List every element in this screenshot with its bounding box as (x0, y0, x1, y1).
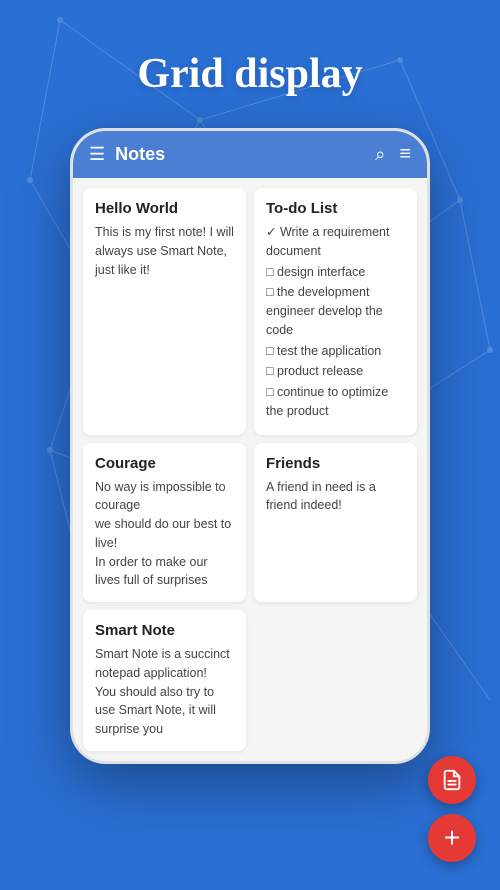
note-card-hello-world[interactable]: Hello World This is my first note! I wil… (83, 188, 246, 435)
check-item: □ design interface (266, 263, 405, 282)
check-item: ✓ Write a requirement document (266, 223, 405, 261)
header-right: ⌕ ≡ (375, 143, 411, 166)
note-title: To-do List (266, 200, 405, 217)
note-card-courage[interactable]: Courage No way is impossible to couragew… (83, 443, 246, 603)
header-left: ☰ Notes (89, 144, 165, 165)
hamburger-icon[interactable]: ☰ (89, 144, 105, 165)
filter-icon[interactable]: ≡ (399, 143, 411, 166)
note-card-friends[interactable]: Friends A friend in need is a friend ind… (254, 443, 417, 603)
note-body: Smart Note is a succinct notepad applica… (95, 645, 234, 739)
check-item: □ test the application (266, 342, 405, 361)
note-title: Courage (95, 455, 234, 472)
note-body: No way is impossible to couragewe should… (95, 478, 234, 591)
page-title: Grid display (0, 0, 500, 128)
check-item: □ the development engineer develop the c… (266, 283, 405, 339)
new-note-doc-button[interactable] (428, 756, 476, 804)
note-title: Friends (266, 455, 405, 472)
note-card-smart-note[interactable]: Smart Note Smart Note is a succinct note… (83, 610, 246, 751)
notes-grid: Hello World This is my first note! I wil… (73, 178, 427, 761)
note-body: This is my first note! I will always use… (95, 223, 234, 279)
check-item: □ continue to optimize the product (266, 383, 405, 421)
note-body: A friend in need is a friend indeed! (266, 478, 405, 516)
app-title: Notes (115, 144, 165, 165)
note-card-todo[interactable]: To-do List ✓ Write a requirement documen… (254, 188, 417, 435)
add-note-button[interactable]: + (428, 814, 476, 862)
note-body: ✓ Write a requirement document □ design … (266, 223, 405, 421)
app-header: ☰ Notes ⌕ ≡ (73, 131, 427, 178)
search-icon[interactable]: ⌕ (375, 144, 385, 165)
note-title: Smart Note (95, 622, 234, 639)
check-item: □ product release (266, 362, 405, 381)
phone-mockup: ☰ Notes ⌕ ≡ Hello World This is my first… (70, 128, 430, 764)
fab-container: + (428, 756, 476, 862)
note-title: Hello World (95, 200, 234, 217)
